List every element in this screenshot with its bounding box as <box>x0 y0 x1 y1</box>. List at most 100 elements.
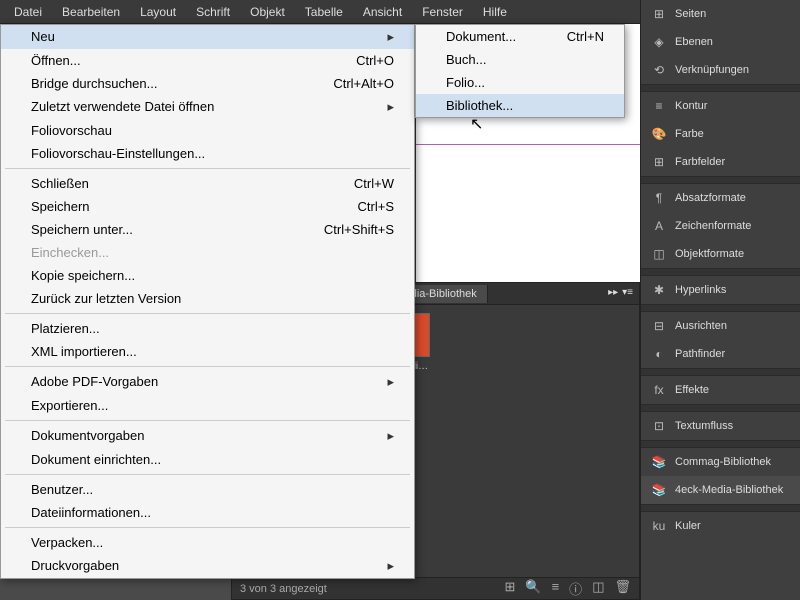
panel-icon: ⊞ <box>651 154 667 170</box>
library-delete-icon[interactable]: 🗑 <box>614 579 631 598</box>
file-menu-item-15[interactable]: XML importieren... <box>1 340 414 363</box>
panel-item-Commag-Bibliothek[interactable]: 📚 Commag-Bibliothek <box>641 448 800 476</box>
menu-layout[interactable]: Layout <box>130 1 186 23</box>
panel-icon: ◫ <box>651 246 667 262</box>
tab-expand-icon[interactable]: ▸▸ <box>608 287 618 298</box>
panel-item-Absatzformate[interactable]: ¶ Absatzformate <box>641 184 800 212</box>
neu-submenu-item-3[interactable]: Bibliothek... <box>416 94 624 117</box>
panel-icon: ⊟ <box>651 318 667 334</box>
file-menu-item-26[interactable]: Verpacken... <box>1 531 414 554</box>
panel-item-Objektformate[interactable]: ◫ Objektformate <box>641 240 800 268</box>
neu-submenu-item-2[interactable]: Folio... <box>416 71 624 94</box>
panel-icon: A <box>651 218 667 234</box>
file-menu-item-5[interactable]: Foliovorschau-Einstellungen... <box>1 142 414 165</box>
panel-item-Zeichenformate[interactable]: A Zeichenformate <box>641 212 800 240</box>
library-count: 3 von 3 angezeigt <box>240 583 327 595</box>
neu-submenu-item-1[interactable]: Buch... <box>416 48 624 71</box>
panel-icon: ✱ <box>651 282 667 298</box>
file-menu-item-8[interactable]: SpeichernCtrl+S <box>1 195 414 218</box>
panel-icon: ◈ <box>651 34 667 50</box>
file-menu-item-2[interactable]: Bridge durchsuchen...Ctrl+Alt+O <box>1 72 414 95</box>
panel-label: Hyperlinks <box>675 284 726 296</box>
menu-objekt[interactable]: Objekt <box>240 1 295 23</box>
panel-icon: 🎨 <box>651 126 667 142</box>
panel-icon: fx <box>651 382 667 398</box>
panel-icon: ⊞ <box>651 6 667 22</box>
panel-item-Hyperlinks[interactable]: ✱ Hyperlinks <box>641 276 800 304</box>
panel-icon: 📚 <box>651 454 667 470</box>
panel-label: Effekte <box>675 384 709 396</box>
menu-fenster[interactable]: Fenster <box>412 1 473 23</box>
file-menu-item-18[interactable]: Exportieren... <box>1 394 414 417</box>
menu-tabelle[interactable]: Tabelle <box>295 1 353 23</box>
library-search-icon[interactable]: 🔍 <box>525 579 541 598</box>
panel-label: Commag-Bibliothek <box>675 456 771 468</box>
panel-label: Zeichenformate <box>675 220 751 232</box>
panel-label: 4eck-Media-Bibliothek <box>675 484 783 496</box>
file-menu-item-27[interactable]: Druckvorgaben▸ <box>1 554 414 578</box>
panel-label: Ausrichten <box>675 320 727 332</box>
library-footer: 3 von 3 angezeigt ⊞ 🔍 ≡ ⓘ ◫ 🗑 <box>232 577 639 599</box>
file-menu-item-17[interactable]: Adobe PDF-Vorgaben▸ <box>1 370 414 394</box>
library-thumb-view-icon[interactable]: ⊞ <box>504 579 515 598</box>
file-menu-item-14[interactable]: Platzieren... <box>1 317 414 340</box>
right-panels: ⊞ Seiten ◈ Ebenen ⟲ Verknüpfungen ≡ Kontur 🎨 Farb… <box>640 0 800 600</box>
panel-label: Verknüpfungen <box>675 64 749 76</box>
library-list-view-icon[interactable]: ≡ <box>552 579 560 598</box>
file-menu-item-23[interactable]: Benutzer... <box>1 478 414 501</box>
panel-item-Textumfluss[interactable]: ⊡ Textumfluss <box>641 412 800 440</box>
file-menu-item-20[interactable]: Dokumentvorgaben▸ <box>1 424 414 448</box>
file-menu-item-7[interactable]: SchließenCtrl+W <box>1 172 414 195</box>
file-menu-item-9[interactable]: Speichern unter...Ctrl+Shift+S <box>1 218 414 241</box>
tab-menu-icon[interactable]: ▾≡ <box>622 287 633 298</box>
file-menu-dropdown: Neu▸Öffnen...Ctrl+OBridge durchsuchen...… <box>0 24 415 579</box>
neu-submenu: Dokument...Ctrl+NBuch...Folio...Biblioth… <box>415 24 625 118</box>
panel-icon: ku <box>651 518 667 534</box>
neu-submenu-item-0[interactable]: Dokument...Ctrl+N <box>416 25 624 48</box>
menu-hilfe[interactable]: Hilfe <box>473 1 517 23</box>
library-info-icon[interactable]: ⓘ <box>569 579 582 598</box>
panel-icon: ⊡ <box>651 418 667 434</box>
panel-label: Farbfelder <box>675 156 725 168</box>
panel-label: Farbe <box>675 128 704 140</box>
panel-label: Textumfluss <box>675 420 733 432</box>
panel-label: Kuler <box>675 520 701 532</box>
panel-item-4eck-Media-Bibliothek[interactable]: 📚 4eck-Media-Bibliothek <box>641 476 800 504</box>
panel-item-Seiten[interactable]: ⊞ Seiten <box>641 0 800 28</box>
file-menu-item-3[interactable]: Zuletzt verwendete Datei öffnen▸ <box>1 95 414 119</box>
file-menu-item-1[interactable]: Öffnen...Ctrl+O <box>1 49 414 72</box>
file-menu-item-0[interactable]: Neu▸ <box>1 25 414 49</box>
library-new-icon[interactable]: ◫ <box>592 579 604 598</box>
panel-icon: ≡ <box>651 98 667 114</box>
menu-bearbeiten[interactable]: Bearbeiten <box>52 1 130 23</box>
panel-item-Effekte[interactable]: fx Effekte <box>641 376 800 404</box>
panel-item-Farbe[interactable]: 🎨 Farbe <box>641 120 800 148</box>
panel-label: Ebenen <box>675 36 713 48</box>
file-menu-item-21[interactable]: Dokument einrichten... <box>1 448 414 471</box>
panel-label: Pathfinder <box>675 348 725 360</box>
panel-label: Seiten <box>675 8 706 20</box>
panel-label: Objektformate <box>675 248 744 260</box>
panel-item-Ausrichten[interactable]: ⊟ Ausrichten <box>641 312 800 340</box>
file-menu-item-24[interactable]: Dateiinformationen... <box>1 501 414 524</box>
panel-label: Absatzformate <box>675 192 746 204</box>
panel-label: Kontur <box>675 100 707 112</box>
panel-icon: 📚 <box>651 482 667 498</box>
panel-item-Pathfinder[interactable]: ◐ Pathfinder <box>641 340 800 368</box>
panel-icon: ◐ <box>651 346 667 362</box>
menu-datei[interactable]: Datei <box>4 1 52 23</box>
panel-item-Kuler[interactable]: ku Kuler <box>641 512 800 540</box>
file-menu-item-11[interactable]: Kopie speichern... <box>1 264 414 287</box>
panel-icon: ¶ <box>651 190 667 206</box>
panel-icon: ⟲ <box>651 62 667 78</box>
panel-item-Farbfelder[interactable]: ⊞ Farbfelder <box>641 148 800 176</box>
panel-item-Ebenen[interactable]: ◈ Ebenen <box>641 28 800 56</box>
file-menu-item-12[interactable]: Zurück zur letzten Version <box>1 287 414 310</box>
menu-schrift[interactable]: Schrift <box>186 1 240 23</box>
file-menu-item-4[interactable]: Foliovorschau <box>1 119 414 142</box>
panel-item-Kontur[interactable]: ≡ Kontur <box>641 92 800 120</box>
file-menu-item-10: Einchecken... <box>1 241 414 264</box>
horizontal-guide <box>416 144 640 145</box>
menu-ansicht[interactable]: Ansicht <box>353 1 412 23</box>
panel-item-Verknüpfungen[interactable]: ⟲ Verknüpfungen <box>641 56 800 84</box>
